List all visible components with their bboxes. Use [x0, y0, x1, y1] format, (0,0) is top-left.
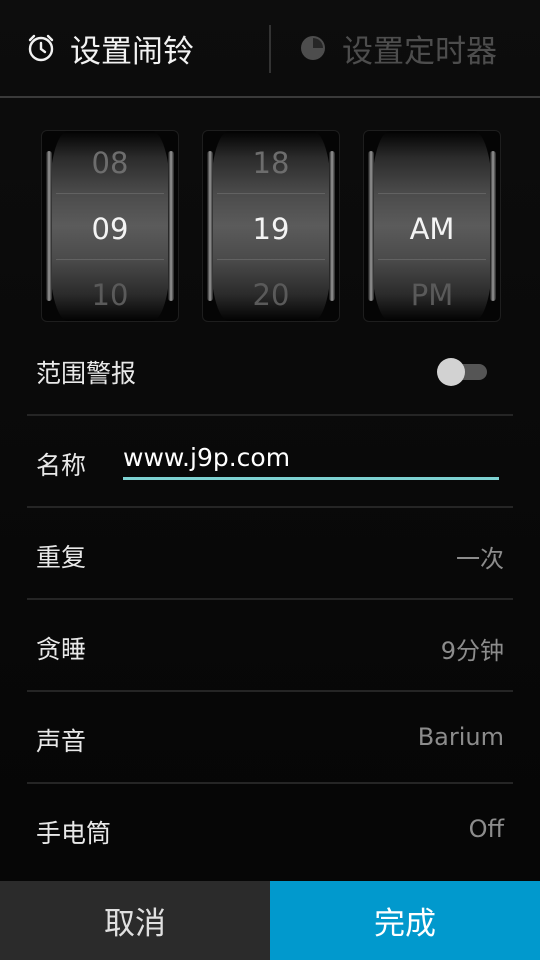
tab-divider: [269, 25, 271, 73]
tab-set-alarm-label: 设置闹铃: [70, 33, 194, 70]
tab-set-alarm[interactable]: 设置闹铃: [0, 0, 270, 96]
name-row: 名称: [27, 416, 513, 508]
hour-prev[interactable]: 08: [42, 146, 178, 180]
tab-set-timer[interactable]: 设置定时器: [270, 0, 540, 96]
hour-picker[interactable]: 08 09 10: [41, 130, 179, 322]
range-alert-row[interactable]: 范围警报: [27, 324, 513, 416]
repeat-label: 重复: [36, 543, 87, 572]
ampm-current[interactable]: AM: [364, 212, 500, 246]
minute-picker[interactable]: 18 19 20: [202, 130, 340, 322]
range-alert-toggle[interactable]: [437, 358, 489, 386]
hour-separator-top: [56, 193, 164, 194]
name-input[interactable]: [123, 438, 499, 480]
ampm-separator-top: [378, 193, 486, 194]
tab-set-timer-label: 设置定时器: [342, 33, 497, 70]
ampm-picker[interactable]: AM PM: [363, 130, 501, 322]
hour-separator-bottom: [56, 259, 164, 260]
flashlight-row[interactable]: 手电筒 Off: [27, 784, 513, 876]
sound-row[interactable]: 声音 Barium: [27, 692, 513, 784]
minute-separator-bottom: [217, 259, 325, 260]
minute-prev[interactable]: 18: [203, 146, 339, 180]
minute-current[interactable]: 19: [203, 212, 339, 246]
cancel-button[interactable]: 取消: [0, 881, 270, 960]
minute-separator-top: [217, 193, 325, 194]
flashlight-label: 手电筒: [36, 819, 112, 848]
hour-current[interactable]: 09: [42, 212, 178, 246]
name-label: 名称: [36, 451, 87, 480]
timer-icon: [301, 36, 325, 60]
alarm-editor-screen: 设置闹铃 设置定时器 08 09 10 18 19 20 AM PM 范围警报 …: [0, 0, 540, 960]
snooze-label: 贪睡: [36, 635, 87, 664]
snooze-row[interactable]: 贪睡 9分钟: [27, 600, 513, 692]
range-alert-label: 范围警报: [36, 359, 137, 388]
ampm-separator-bottom: [378, 259, 486, 260]
snooze-value: 9分钟: [440, 637, 504, 665]
repeat-value: 一次: [456, 545, 504, 573]
sound-value: Barium: [417, 723, 504, 751]
repeat-row[interactable]: 重复 一次: [27, 508, 513, 600]
tab-bar: 设置闹铃 设置定时器: [0, 0, 540, 98]
done-button[interactable]: 完成: [270, 881, 540, 960]
minute-next[interactable]: 20: [203, 278, 339, 312]
toggle-knob: [437, 358, 465, 386]
flashlight-value: Off: [468, 815, 504, 843]
ampm-next[interactable]: PM: [364, 278, 500, 312]
sound-label: 声音: [36, 727, 87, 756]
alarm-clock-icon: [28, 34, 54, 62]
hour-next[interactable]: 10: [42, 278, 178, 312]
